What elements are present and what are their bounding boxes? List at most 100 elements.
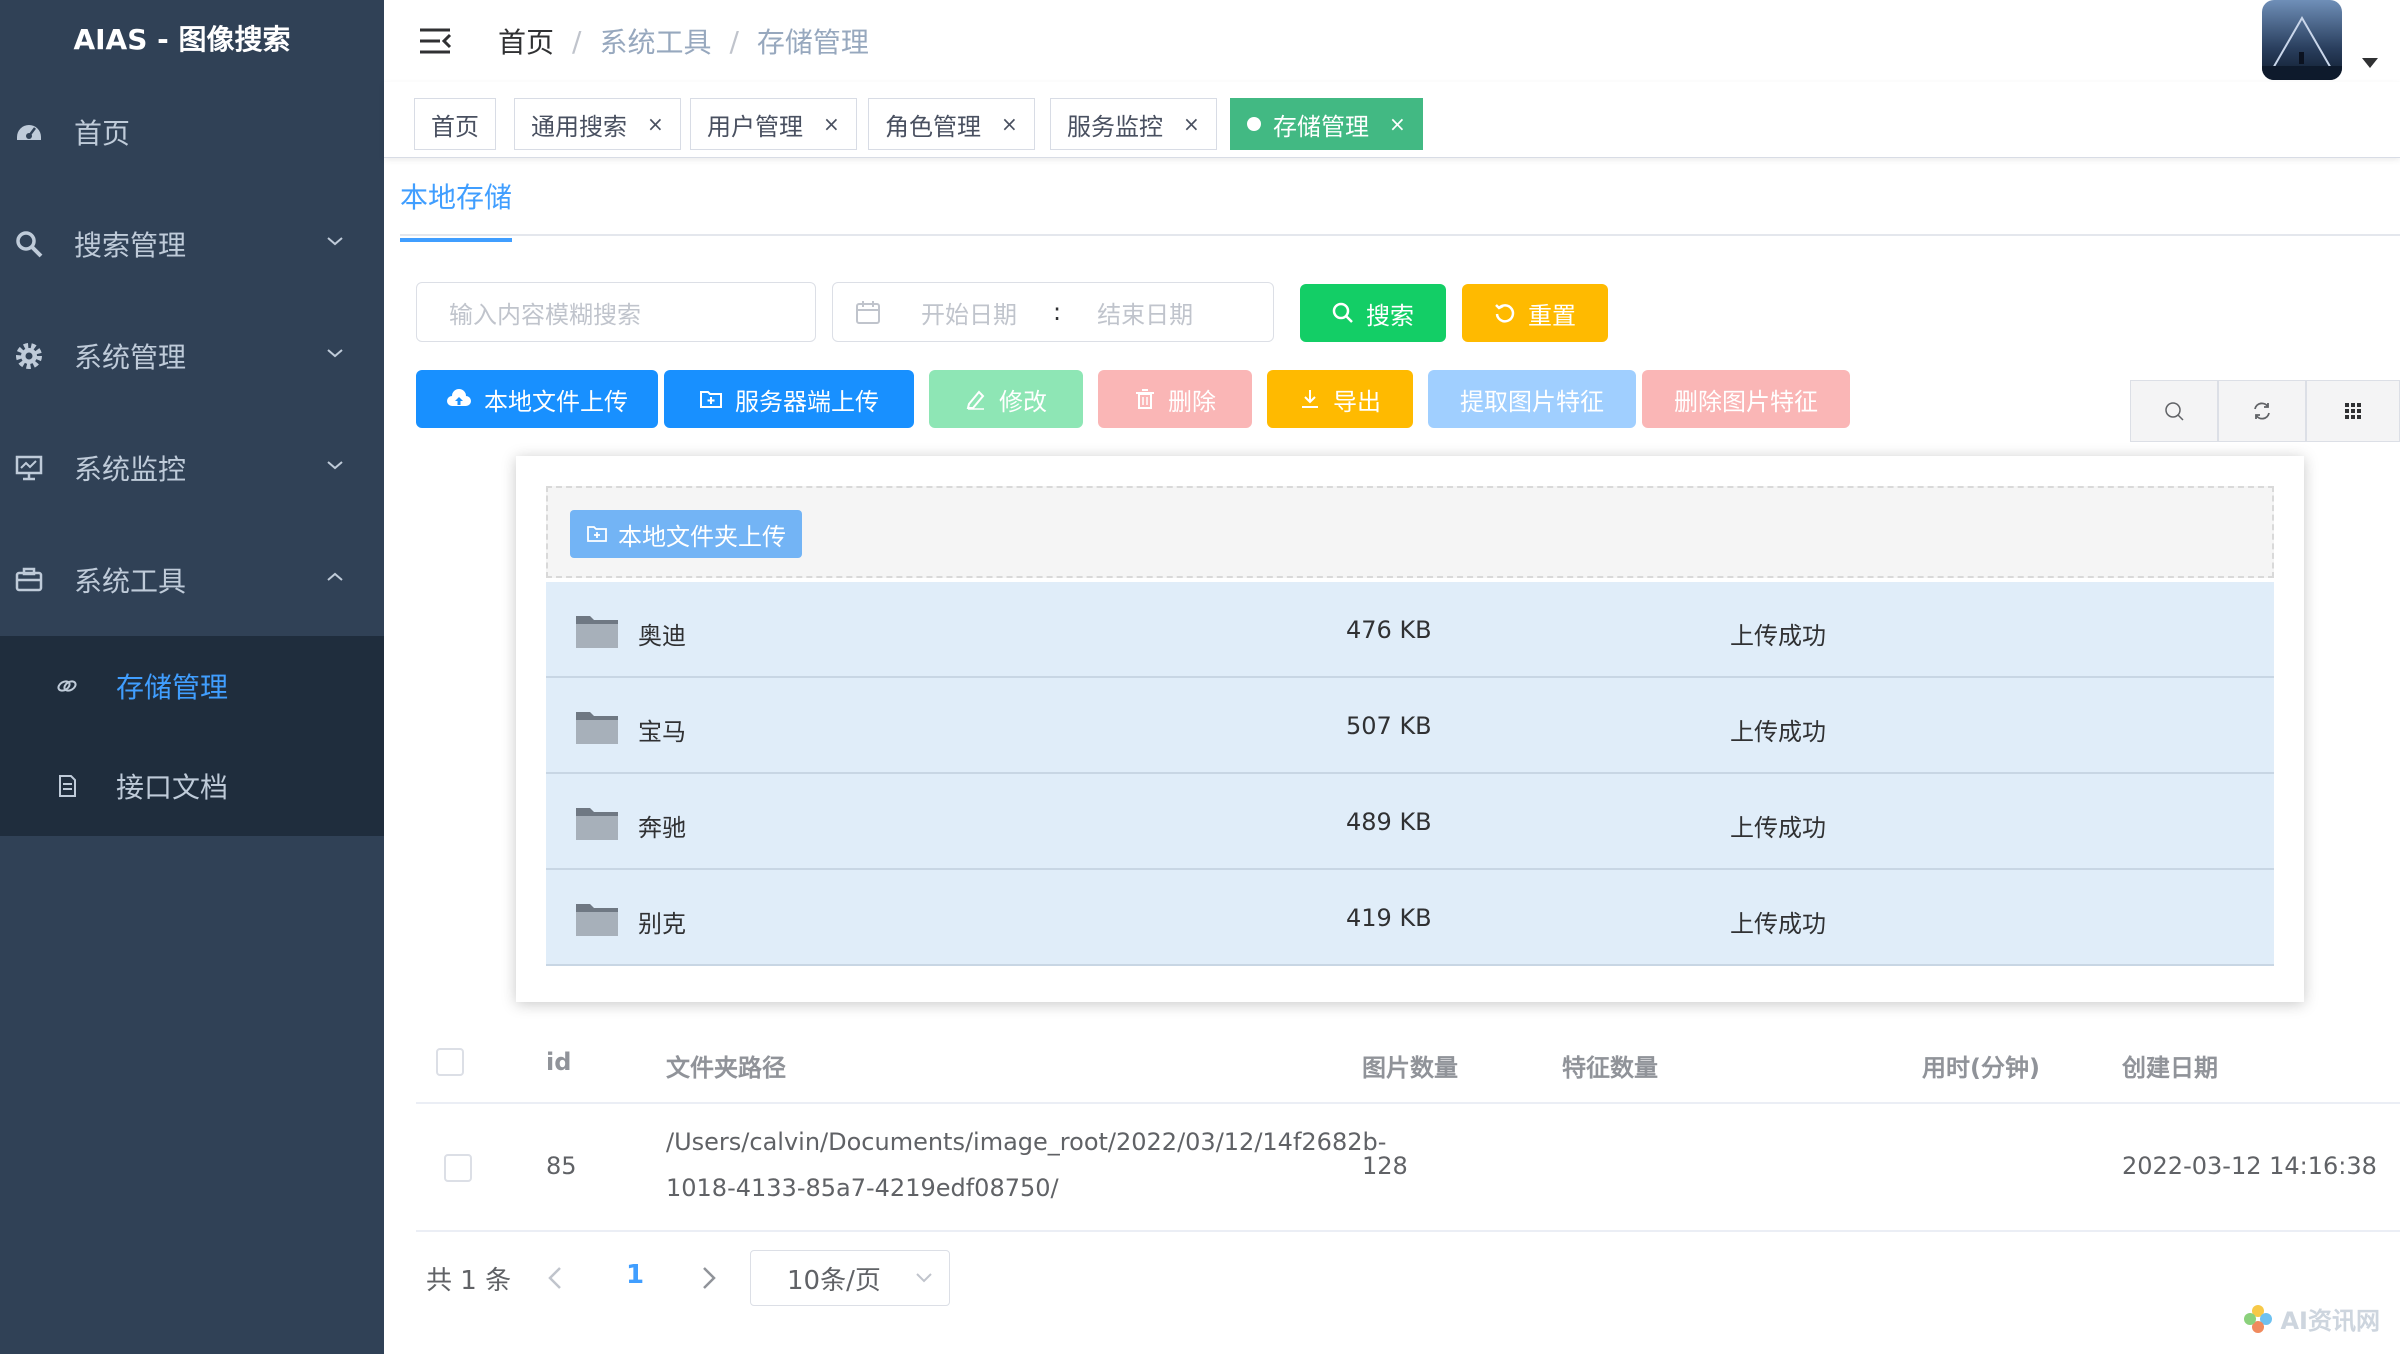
pagination-total: 共 1 条	[426, 1266, 512, 1296]
delete-button[interactable]: 删除	[1098, 370, 1252, 428]
sidebar-item-system-management[interactable]: 系统管理	[0, 300, 384, 412]
select-all-checkbox[interactable]	[436, 1048, 464, 1076]
local-folder-upload-button[interactable]: 本地文件夹上传	[570, 510, 802, 558]
breadcrumb-storage: 存储管理	[756, 26, 869, 59]
upload-status: 上传成功	[1730, 718, 1826, 746]
close-icon[interactable]: ×	[1001, 112, 1018, 136]
folder-upload-dialog: 本地文件夹上传 奥迪 476 KB 上传成功 宝马 507 KB 上传成功 奔驰…	[516, 456, 2304, 1002]
sidebar-item-label: 系统监控	[74, 453, 187, 486]
date-separator: :	[1053, 298, 1062, 326]
breadcrumb-home[interactable]: 首页	[498, 21, 554, 61]
column-header-id[interactable]: id	[546, 1048, 571, 1076]
caret-down-icon[interactable]	[2362, 58, 2378, 68]
search-icon	[2165, 402, 2184, 421]
sidebar-item-search-management[interactable]: 搜索管理	[0, 188, 384, 300]
extract-features-button[interactable]: 提取图片特征	[1428, 370, 1636, 428]
breadcrumb: 首页 / 系统工具 / 存储管理	[498, 21, 869, 61]
sidebar-item-home[interactable]: 首页	[0, 76, 384, 188]
close-icon[interactable]: ×	[823, 112, 840, 136]
reset-button[interactable]: 重置	[1462, 284, 1608, 342]
column-header-created[interactable]: 创建日期	[2122, 1048, 2218, 1083]
search-icon	[12, 227, 46, 261]
tag-storage-management[interactable]: 存储管理 ×	[1230, 98, 1423, 150]
search-input[interactable]: 输入内容模糊搜索	[416, 282, 816, 342]
local-file-upload-button[interactable]: 本地文件上传	[416, 370, 658, 428]
sidebar-item-label: 搜索管理	[74, 229, 187, 262]
upload-file-row: 奔驰 489 KB 上传成功	[546, 774, 2274, 870]
upload-status: 上传成功	[1730, 910, 1826, 938]
grid-icon	[2345, 403, 2361, 419]
chevron-right-icon[interactable]	[700, 1262, 718, 1294]
hamburger-icon[interactable]	[418, 24, 452, 58]
folder-icon	[576, 712, 618, 744]
upload-file-row: 别克 419 KB 上传成功	[546, 870, 2274, 966]
tag-user-management[interactable]: 用户管理 ×	[690, 98, 857, 150]
navbar: 首页 / 系统工具 / 存储管理	[384, 0, 2400, 82]
columns-button[interactable]	[2306, 380, 2400, 442]
upload-status: 上传成功	[1730, 814, 1826, 842]
toggle-search-button[interactable]	[2130, 380, 2218, 442]
app-title: AIAS - 图像搜索	[73, 23, 291, 56]
sidebar-item-storage[interactable]: 存储管理	[0, 636, 384, 736]
start-date-input[interactable]: 开始日期	[921, 295, 1017, 330]
avatar[interactable]	[2262, 0, 2342, 80]
tag-service-monitor[interactable]: 服务监控 ×	[1050, 98, 1217, 150]
file-name: 别克	[638, 910, 686, 938]
refresh-icon	[1495, 304, 1515, 323]
row-checkbox[interactable]	[444, 1154, 472, 1182]
pagination-current-page[interactable]: 1	[626, 1260, 644, 1290]
cloud-upload-icon	[447, 389, 471, 406]
column-header-feature-count[interactable]: 特征数量	[1562, 1048, 1658, 1083]
date-range-picker[interactable]: 开始日期 : 结束日期	[832, 282, 1274, 342]
sidebar-item-label: 系统工具	[74, 565, 187, 598]
trash-icon	[1136, 389, 1154, 409]
file-size: 419 KB	[1346, 904, 1432, 932]
download-icon	[1302, 390, 1318, 408]
column-header-duration[interactable]: 用时(分钟)	[1922, 1048, 2040, 1083]
refresh-button[interactable]	[2218, 380, 2306, 442]
chevron-up-icon	[327, 572, 343, 581]
export-button[interactable]: 导出	[1267, 370, 1413, 428]
sidebar-item-label: 首页	[74, 117, 131, 150]
upload-drop-zone[interactable]: 本地文件夹上传	[546, 486, 2274, 578]
breadcrumb-system-tools[interactable]: 系统工具	[599, 21, 711, 61]
sidebar: AIAS - 图像搜索 首页 搜索管理 系统管理 系统监控 系统工具 存储管理 …	[0, 0, 384, 1354]
tag-general-search[interactable]: 通用搜索 ×	[514, 98, 681, 150]
upload-status: 上传成功	[1730, 622, 1826, 650]
chevron-down-icon	[327, 461, 343, 470]
close-icon[interactable]: ×	[647, 112, 664, 136]
sidebar-item-system-tools[interactable]: 系统工具	[0, 524, 384, 636]
server-upload-button[interactable]: 服务器端上传	[664, 370, 914, 428]
dashboard-icon	[12, 115, 46, 149]
tag-home[interactable]: 首页	[414, 98, 496, 150]
end-date-input[interactable]: 结束日期	[1097, 295, 1193, 330]
page-size-select[interactable]: 10条/页	[750, 1250, 950, 1306]
chevron-down-icon	[327, 237, 343, 246]
chevron-left-icon[interactable]	[546, 1262, 564, 1294]
sidebar-item-system-monitor[interactable]: 系统监控	[0, 412, 384, 524]
edit-button[interactable]: 修改	[929, 370, 1083, 428]
search-icon	[1332, 302, 1353, 323]
close-icon[interactable]: ×	[1389, 112, 1406, 136]
table-header: id 文件夹路径 图片数量 特征数量 用时(分钟) 创建日期	[416, 1026, 2400, 1104]
cell-id: 85	[546, 1152, 577, 1180]
chevron-down-icon	[916, 1273, 932, 1283]
table-row[interactable]: 85 /Users/calvin/Documents/image_root/20…	[416, 1104, 2400, 1232]
file-name: 奥迪	[638, 622, 686, 650]
tab-local-storage[interactable]: 本地存储	[400, 176, 513, 242]
delete-features-button[interactable]: 删除图片特征	[1642, 370, 1850, 428]
upload-file-row: 宝马 507 KB 上传成功	[546, 678, 2274, 774]
column-header-path[interactable]: 文件夹路径	[666, 1048, 786, 1083]
close-icon[interactable]: ×	[1183, 112, 1200, 136]
monitor-icon	[12, 451, 46, 485]
file-name: 奔驰	[638, 814, 686, 842]
submenu-system-tools: 存储管理 接口文档	[0, 636, 384, 836]
sidebar-item-api-docs[interactable]: 接口文档	[0, 736, 384, 836]
file-size: 507 KB	[1346, 712, 1432, 740]
column-header-image-count[interactable]: 图片数量	[1362, 1048, 1458, 1083]
folder-icon	[576, 808, 618, 840]
flower-logo-icon	[2244, 1304, 2273, 1333]
gear-icon	[12, 339, 46, 373]
search-button[interactable]: 搜索	[1300, 284, 1446, 342]
tag-role-management[interactable]: 角色管理 ×	[868, 98, 1035, 150]
